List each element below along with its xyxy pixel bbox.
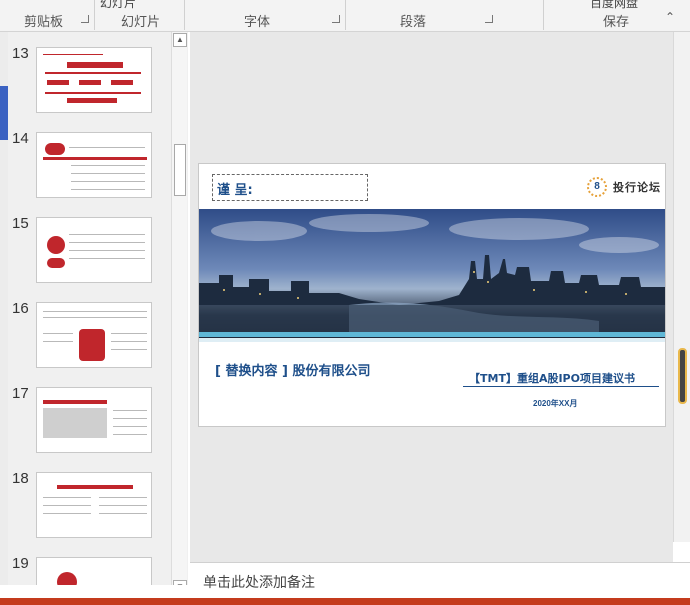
slide-preview[interactable]: [36, 387, 152, 453]
notes-pane[interactable]: 单击此处添加备注: [190, 562, 690, 590]
ribbon: 幻灯片 百度网盘 剪贴板 幻灯片 字体 段落 保存 ⌃: [0, 0, 690, 32]
group-font-label: 字体: [244, 14, 271, 29]
slide-number: 14: [12, 130, 29, 147]
baidu-save-command[interactable]: 百度网盘: [590, 0, 638, 11]
slide-thumbnail[interactable]: 18: [8, 470, 178, 542]
thumbnails-scrollbar[interactable]: ▲ ▼: [171, 32, 187, 585]
slide-preview[interactable]: [36, 472, 152, 538]
main-scrollbar[interactable]: [673, 32, 690, 542]
slide-number: 16: [12, 300, 29, 317]
slide-thumbnails-pane: 13 14 15 16 17 18 19 ▲: [8, 32, 188, 585]
slide-thumbnail[interactable]: 16: [8, 300, 178, 372]
project-underline: [463, 386, 659, 387]
slide-preview[interactable]: [36, 302, 152, 368]
clipboard-launcher-icon[interactable]: [81, 15, 89, 23]
city-skyline-image[interactable]: [199, 209, 665, 342]
slide-number: 17: [12, 385, 29, 402]
new-slide-command[interactable]: 幻灯片: [100, 0, 136, 11]
ribbon-divider: [345, 0, 346, 30]
scroll-up-icon[interactable]: ▲: [173, 33, 187, 47]
slide-preview[interactable]: [36, 217, 152, 283]
window-left-edge: [0, 32, 8, 585]
slide-number: 19: [12, 555, 29, 572]
slide-thumbnail[interactable]: 13: [8, 45, 178, 117]
brand-name: 投行论坛: [613, 182, 661, 194]
slide-thumbnail[interactable]: 19: [8, 555, 178, 585]
font-launcher-icon[interactable]: [332, 15, 340, 23]
status-bar: [0, 598, 690, 605]
slide-thumbnail[interactable]: 14: [8, 130, 178, 202]
slide-preview[interactable]: [36, 132, 152, 198]
slide-number: 15: [12, 215, 29, 232]
banner-stripe: [199, 332, 665, 337]
scroll-down-icon[interactable]: ▼: [173, 580, 187, 585]
ribbon-divider: [184, 0, 185, 30]
attn-textbox[interactable]: 谨 呈:: [212, 174, 368, 201]
slide-thumbnail[interactable]: 15: [8, 215, 178, 287]
slide-date[interactable]: 2020年XX月: [533, 398, 577, 409]
slide-number: 18: [12, 470, 29, 487]
group-clipboard-label: 剪贴板: [24, 14, 64, 29]
group-slides-label: 幻灯片: [121, 14, 161, 29]
main-scroll-thumb[interactable]: [678, 348, 687, 404]
group-save-label: 保存: [603, 14, 630, 29]
group-paragraph-label: 段落: [400, 14, 427, 29]
current-slide[interactable]: 谨 呈: 8 投行论坛 [替换内容] 股份有限公司 【TMT】重组A股IPO…: [198, 163, 666, 427]
notes-placeholder[interactable]: 单击此处添加备注: [203, 572, 315, 592]
company-name[interactable]: [ 替换内容 ] 股份有限公司: [215, 360, 370, 379]
scroll-thumb[interactable]: [174, 144, 186, 196]
ribbon-divider: [94, 0, 95, 30]
slide-thumbnail[interactable]: 17: [8, 385, 178, 457]
slide-preview[interactable]: [36, 557, 152, 585]
banner-stripe: [199, 338, 665, 342]
project-title[interactable]: 【TMT】重组A股IPO项目建议书: [469, 370, 635, 386]
collapse-ribbon-icon[interactable]: ⌃: [665, 10, 675, 24]
ribbon-divider: [543, 0, 544, 30]
slide-preview[interactable]: [36, 47, 152, 113]
slide-editing-area[interactable]: 谨 呈: 8 投行论坛 [替换内容] 股份有限公司 【TMT】重组A股IPO…: [190, 32, 673, 562]
skyline-illustration: [199, 214, 665, 332]
brand-logo: 8 投行论坛: [587, 176, 661, 198]
slide-number: 13: [12, 45, 29, 62]
brand-mark-icon: 8: [587, 177, 607, 197]
paragraph-launcher-icon[interactable]: [485, 15, 493, 23]
